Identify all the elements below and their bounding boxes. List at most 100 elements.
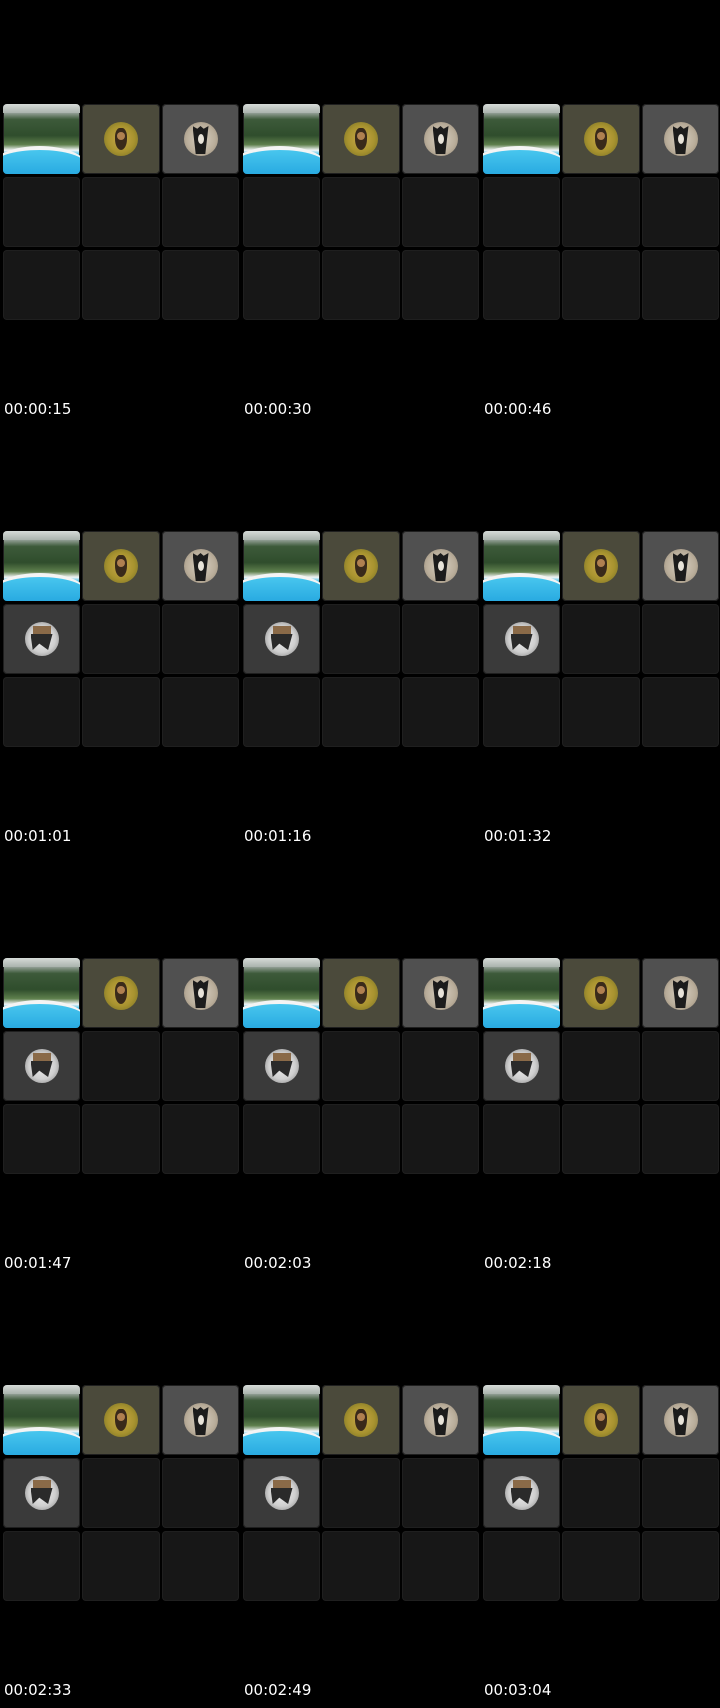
frame-timestamp: 00:02:03 <box>244 1254 312 1272</box>
frame-timestamp: 00:02:18 <box>484 1254 552 1272</box>
pool-video-tile[interactable] <box>243 1385 320 1455</box>
empty-tile <box>243 1104 320 1174</box>
empty-tile <box>162 177 239 247</box>
participant-tile[interactable] <box>562 531 640 601</box>
empty-tile <box>402 1104 479 1174</box>
empty-tile <box>82 1031 160 1101</box>
empty-tile <box>562 177 640 247</box>
participant-tile[interactable] <box>402 104 479 174</box>
empty-tile <box>322 1531 400 1601</box>
dog-avatar-icon <box>104 976 138 1010</box>
participant-tile[interactable] <box>82 104 160 174</box>
pool-video-tile[interactable] <box>3 958 80 1028</box>
frame-timestamp: 00:02:49 <box>244 1681 312 1699</box>
dog-avatar-icon <box>584 976 618 1010</box>
pool-video-tile[interactable] <box>483 531 560 601</box>
participant-tile[interactable] <box>162 531 239 601</box>
dog-avatar-icon <box>584 1403 618 1437</box>
empty-tile <box>483 1104 560 1174</box>
participant-tile[interactable] <box>82 1385 160 1455</box>
participant-tile[interactable] <box>642 531 719 601</box>
participant-tile[interactable] <box>642 958 719 1028</box>
pool-video-tile[interactable] <box>483 104 560 174</box>
participant-tile[interactable] <box>322 531 400 601</box>
participant-tile[interactable] <box>402 531 479 601</box>
participant-tile[interactable] <box>322 104 400 174</box>
participant-tile[interactable] <box>3 1458 80 1528</box>
pool-video-tile[interactable] <box>3 531 80 601</box>
participant-tile[interactable] <box>322 958 400 1028</box>
participant-tile[interactable] <box>402 958 479 1028</box>
participant-tile[interactable] <box>642 104 719 174</box>
cat-avatar-icon <box>183 1403 218 1437</box>
video-frame-grid: 00:00:15 00:00:30 00:00:46 00:01:01 00:0… <box>0 0 720 1708</box>
participant-grid <box>243 531 479 747</box>
pool-video-tile[interactable] <box>243 104 320 174</box>
participant-tile[interactable] <box>562 104 640 174</box>
empty-tile <box>3 677 80 747</box>
participant-tile[interactable] <box>82 958 160 1028</box>
cat-avatar-icon <box>423 122 458 156</box>
participant-tile[interactable] <box>162 958 239 1028</box>
participant-tile[interactable] <box>243 1031 320 1101</box>
empty-tile <box>402 250 479 320</box>
participant-tile[interactable] <box>562 958 640 1028</box>
empty-tile <box>3 250 80 320</box>
participant-tile[interactable] <box>483 1458 560 1528</box>
empty-tile <box>562 1531 640 1601</box>
participant-tile[interactable] <box>82 531 160 601</box>
room-avatar-icon <box>24 1476 59 1510</box>
video-frame: 00:01:47 <box>0 854 240 1281</box>
participant-tile[interactable] <box>322 1385 400 1455</box>
cat-avatar-icon <box>183 549 218 583</box>
room-avatar-icon <box>264 1476 299 1510</box>
empty-tile <box>162 604 239 674</box>
participant-tile[interactable] <box>562 1385 640 1455</box>
video-frame: 00:00:46 <box>480 0 720 427</box>
participant-grid <box>243 1385 479 1601</box>
empty-tile <box>642 1104 719 1174</box>
participant-tile[interactable] <box>3 604 80 674</box>
cat-avatar-icon <box>423 976 458 1010</box>
cat-avatar-icon <box>183 976 218 1010</box>
dog-avatar-icon <box>344 549 378 583</box>
pool-video-tile[interactable] <box>243 958 320 1028</box>
room-avatar-icon <box>24 622 59 656</box>
pool-video-tile[interactable] <box>483 958 560 1028</box>
participant-tile[interactable] <box>642 1385 719 1455</box>
participant-tile[interactable] <box>402 1385 479 1455</box>
pool-video-tile[interactable] <box>3 104 80 174</box>
empty-tile <box>162 1531 239 1601</box>
participant-grid <box>483 958 719 1174</box>
participant-tile[interactable] <box>243 604 320 674</box>
participant-grid <box>243 958 479 1174</box>
frame-timestamp: 00:00:15 <box>4 400 72 418</box>
room-avatar-icon <box>504 1476 539 1510</box>
empty-tile <box>82 604 160 674</box>
empty-tile <box>82 1531 160 1601</box>
participant-grid <box>483 1385 719 1601</box>
empty-tile <box>642 177 719 247</box>
dog-avatar-icon <box>344 122 378 156</box>
empty-tile <box>322 1458 400 1528</box>
pool-video-tile[interactable] <box>483 1385 560 1455</box>
frame-timestamp: 00:01:32 <box>484 827 552 845</box>
empty-tile <box>162 1458 239 1528</box>
participant-tile[interactable] <box>483 604 560 674</box>
cat-avatar-icon <box>423 549 458 583</box>
participant-tile[interactable] <box>162 1385 239 1455</box>
participant-tile[interactable] <box>243 1458 320 1528</box>
frame-timestamp: 00:00:46 <box>484 400 552 418</box>
empty-tile <box>402 1458 479 1528</box>
room-avatar-icon <box>504 1049 539 1083</box>
pool-video-tile[interactable] <box>243 531 320 601</box>
participant-tile[interactable] <box>162 104 239 174</box>
frame-timestamp: 00:01:47 <box>4 1254 72 1272</box>
participant-tile[interactable] <box>483 1031 560 1101</box>
video-frame: 00:02:49 <box>240 1281 480 1708</box>
empty-tile <box>402 604 479 674</box>
pool-video-tile[interactable] <box>3 1385 80 1455</box>
participant-tile[interactable] <box>3 1031 80 1101</box>
empty-tile <box>562 250 640 320</box>
participant-grid <box>3 958 239 1174</box>
